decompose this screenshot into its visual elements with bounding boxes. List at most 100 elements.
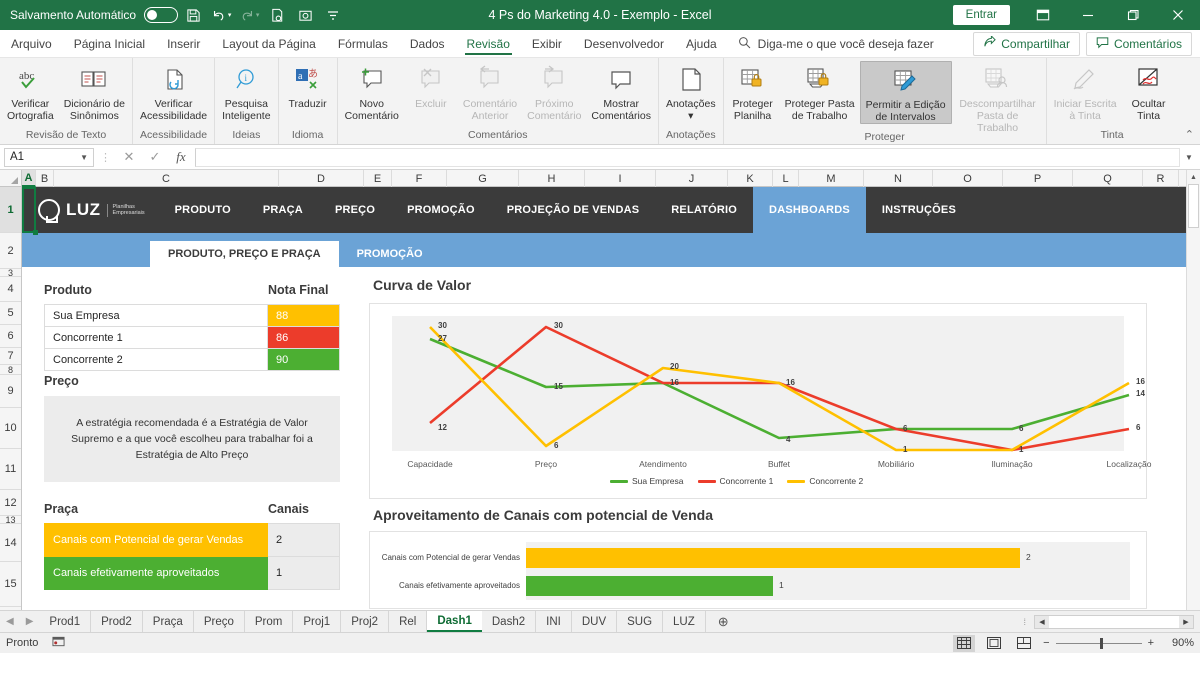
subtab-produto-preco-praca[interactable]: PRODUTO, PREÇO E PRAÇA (150, 241, 339, 267)
restore-button[interactable] (1110, 0, 1155, 30)
row-header-9[interactable]: 9 (0, 375, 21, 408)
nav-produto[interactable]: PRODUTO (159, 187, 247, 233)
column-header-F[interactable]: F (392, 170, 447, 187)
sheet-tab-prod2[interactable]: Prod2 (91, 611, 143, 632)
pesquisa-inteligente-button[interactable]: i Pesquisa Inteligente (217, 61, 275, 122)
sheet-tab-preco[interactable]: Preço (194, 611, 245, 632)
column-header-L[interactable]: L (773, 170, 799, 187)
close-button[interactable] (1155, 0, 1200, 30)
nav-promocao[interactable]: PROMOÇÃO (391, 187, 491, 233)
ocultar-tinta-button[interactable]: Ocultar Tinta (1122, 61, 1176, 122)
row-header-8[interactable]: 8 (0, 365, 21, 375)
redo-icon[interactable]: ▾ (236, 3, 262, 27)
comments-button[interactable]: Comentários (1086, 32, 1192, 56)
horizontal-scrollbar[interactable]: ◀ ▶ (1034, 615, 1194, 629)
tab-exibir[interactable]: Exibir (521, 30, 573, 57)
tell-me-search[interactable]: Diga-me o que você deseja fazer (728, 30, 934, 57)
expand-formula-bar-icon[interactable]: ▼ (1182, 153, 1196, 162)
sheet-tab-prod1[interactable]: Prod1 (39, 611, 91, 632)
sheet-tab-rel[interactable]: Rel (389, 611, 427, 632)
table-row[interactable]: Canais efetivamente aproveitados 1 (45, 557, 340, 590)
proteger-pasta-de-trabalho-button[interactable]: Proteger Pasta de Trabalho (780, 61, 860, 122)
row-header-3[interactable]: 3 (0, 269, 21, 277)
column-header-A[interactable]: A (22, 170, 36, 187)
formula-input[interactable] (195, 148, 1180, 167)
add-sheet-button[interactable]: ⊕ (706, 611, 741, 632)
row-header-6[interactable]: 6 (0, 325, 21, 348)
row-header-11[interactable]: 11 (0, 449, 21, 490)
sheet-tab-dash1[interactable]: Dash1 (427, 611, 482, 632)
mostrar-comentarios-button[interactable]: Mostrar Comentários (586, 61, 656, 122)
camera-icon[interactable] (292, 3, 318, 27)
previous-sheet-icon[interactable]: ◀ (6, 616, 14, 627)
subtab-promocao[interactable]: PROMOÇÃO (339, 241, 441, 267)
sign-in-button[interactable]: Entrar (953, 5, 1010, 25)
minimize-button[interactable] (1065, 0, 1110, 30)
nav-dashboards[interactable]: DASHBOARDS (753, 187, 866, 233)
sheet-tab-proj2[interactable]: Proj2 (341, 611, 389, 632)
nav-praca[interactable]: PRAÇA (247, 187, 319, 233)
zoom-in-button[interactable]: + (1148, 637, 1154, 649)
row-header-13[interactable]: 13 (0, 516, 21, 524)
column-header-H[interactable]: H (519, 170, 585, 187)
zoom-slider[interactable]: − + (1043, 637, 1154, 649)
save-icon[interactable] (180, 3, 206, 27)
aproveitamento-chart[interactable]: Aproveitamento de Canais com potencial d… (369, 507, 1147, 610)
sheet-tab-prom[interactable]: Prom (245, 611, 293, 632)
sheet-tab-dash2[interactable]: Dash2 (482, 611, 536, 632)
tab-inserir[interactable]: Inserir (156, 30, 211, 57)
share-button[interactable]: Compartilhar (973, 32, 1080, 56)
sheet-tab-sug[interactable]: SUG (617, 611, 663, 632)
next-sheet-icon[interactable]: ▶ (26, 616, 34, 627)
column-header-P[interactable]: P (1003, 170, 1073, 187)
scroll-left-arrow[interactable]: ◀ (1035, 616, 1049, 628)
table-row[interactable]: Canais com Potencial de gerar Vendas 2 (45, 524, 340, 557)
insert-function-icon[interactable]: fx (169, 149, 193, 165)
column-header-R[interactable]: R (1143, 170, 1179, 187)
row-header-14[interactable]: 14 (0, 524, 21, 562)
column-header-O[interactable]: O (933, 170, 1003, 187)
sheet-tab-ini[interactable]: INI (536, 611, 572, 632)
permitir-edicao-intervalos-button[interactable]: Permitir a Edição de Intervalos (860, 61, 952, 124)
row-header-1[interactable]: 1 (0, 187, 21, 233)
tab-formulas[interactable]: Fórmulas (327, 30, 399, 57)
row-header-5[interactable]: 5 (0, 302, 21, 325)
sheet-tab-luz[interactable]: LUZ (663, 611, 706, 632)
page-break-view-icon[interactable] (1013, 635, 1035, 652)
tab-revisao[interactable]: Revisão (456, 30, 521, 57)
print-preview-icon[interactable] (264, 3, 290, 27)
novo-comentario-button[interactable]: Novo Comentário (340, 61, 404, 122)
autosave-toggle[interactable] (144, 7, 178, 23)
column-header-I[interactable]: I (585, 170, 656, 187)
column-header-K[interactable]: K (728, 170, 773, 187)
scroll-up-arrow[interactable]: ▲ (1187, 170, 1200, 184)
tab-desenvolvedor[interactable]: Desenvolvedor (573, 30, 675, 57)
sheet-tab-praca[interactable]: Praça (143, 611, 194, 632)
tab-dados[interactable]: Dados (399, 30, 456, 57)
zoom-thumb[interactable] (1100, 638, 1103, 649)
column-header-J[interactable]: J (656, 170, 728, 187)
zoom-level-label[interactable]: 90% (1162, 637, 1194, 649)
collapse-ribbon-icon[interactable]: ⌃ (1185, 128, 1194, 141)
row-header-4[interactable]: 4 (0, 277, 21, 302)
row-header-15[interactable]: 15 (0, 562, 21, 607)
table-row[interactable]: Sua Empresa 88 (45, 305, 340, 327)
undo-icon[interactable]: ▾ (208, 3, 234, 27)
sheet-tab-proj1[interactable]: Proj1 (293, 611, 341, 632)
accept-icon[interactable]: ✓ (143, 149, 167, 165)
curva-de-valor-chart[interactable]: Curva de Valor 30 (369, 277, 1147, 499)
table-row[interactable]: Concorrente 2 90 (45, 349, 340, 371)
dicionario-de-sinonimos-button[interactable]: Dicionário de Sinônimos (59, 61, 130, 122)
column-header-N[interactable]: N (864, 170, 933, 187)
tab-arquivo[interactable]: Arquivo (0, 30, 63, 57)
column-header-C[interactable]: C (54, 170, 279, 187)
name-box[interactable]: A1 ▼ (4, 148, 94, 167)
column-header-G[interactable]: G (447, 170, 519, 187)
column-header-Q[interactable]: Q (1073, 170, 1143, 187)
vertical-scrollbar[interactable]: ▲ (1186, 170, 1200, 610)
nav-relatorio[interactable]: RELATÓRIO (655, 187, 753, 233)
sheet-canvas[interactable]: LUZ Planilhas Empresariais PRODUTO PRAÇA… (22, 187, 1200, 610)
row-header-7[interactable]: 7 (0, 348, 21, 365)
normal-view-icon[interactable] (953, 635, 975, 652)
row-header-2[interactable]: 2 (0, 233, 21, 269)
